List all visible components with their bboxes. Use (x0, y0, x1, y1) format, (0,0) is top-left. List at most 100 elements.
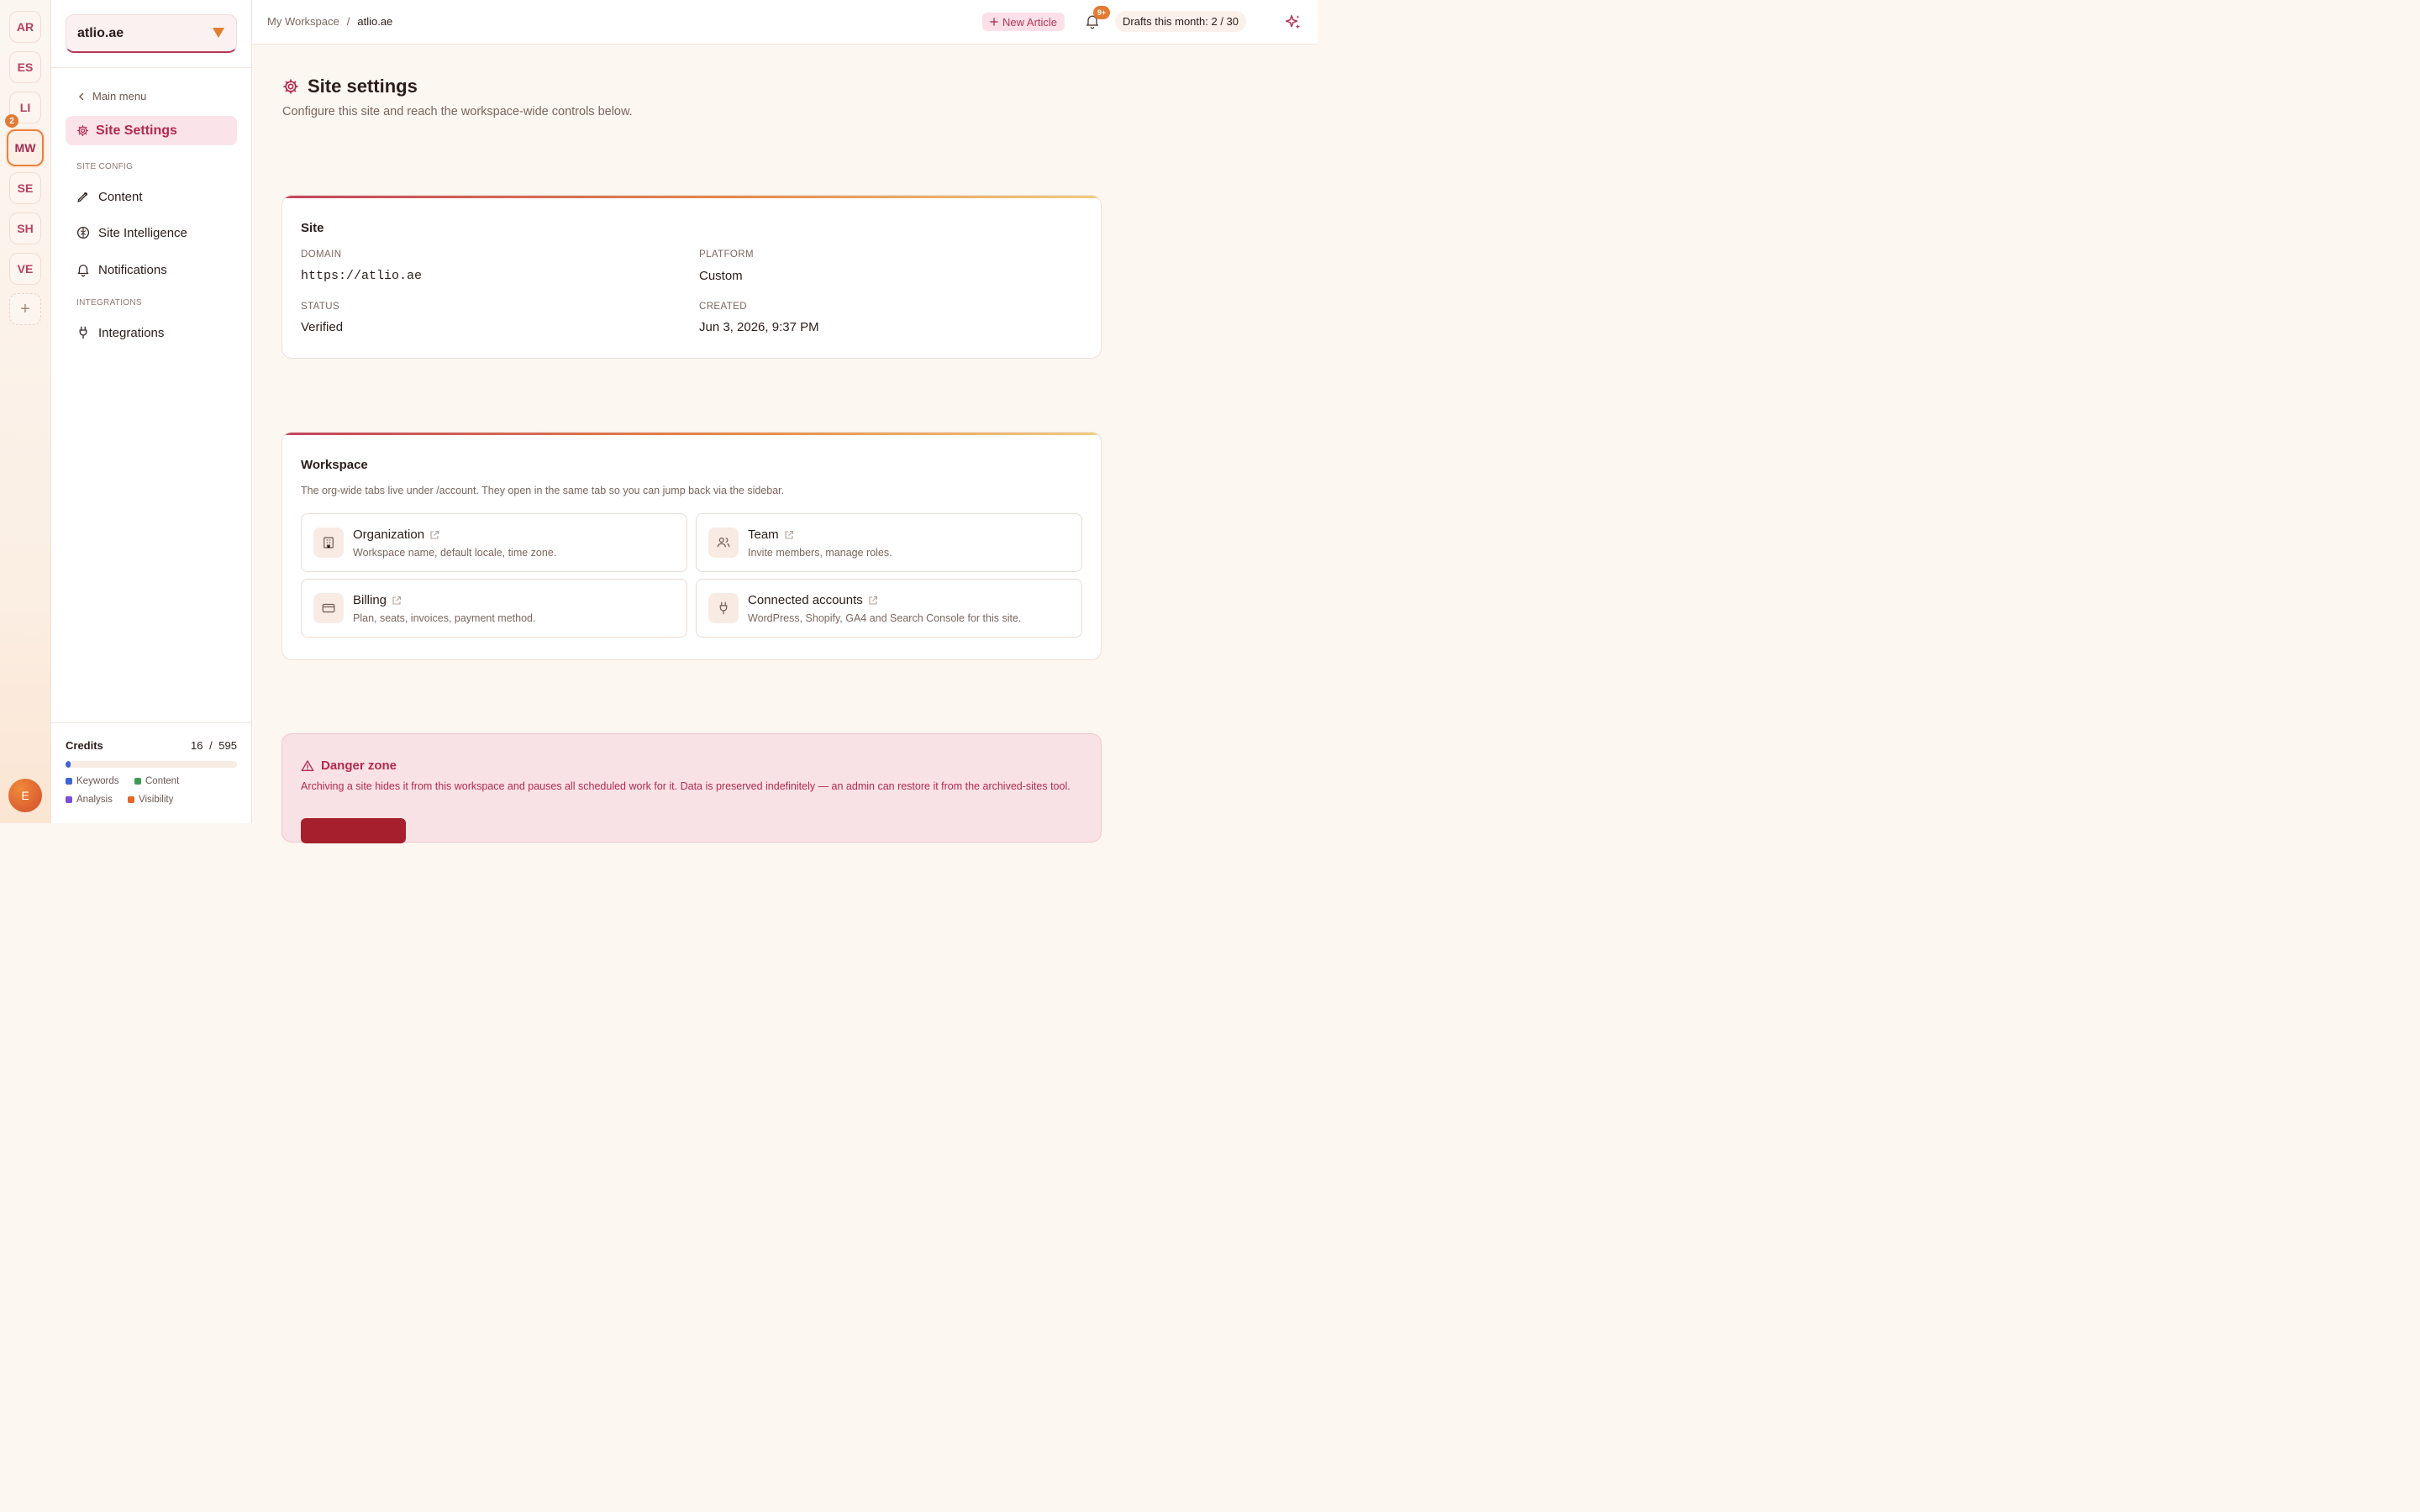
tile-billing-title: Billing (353, 593, 402, 607)
workspace-se[interactable]: SE (9, 172, 41, 204)
tile-team-desc: Invite members, manage roles. (748, 547, 892, 559)
external-link-icon (784, 530, 794, 540)
tile-team-title: Team (748, 528, 794, 542)
created-label: CREATED (699, 302, 747, 312)
top-bar: My Workspace / atlio.ae New Article 9+ D… (252, 0, 1318, 45)
new-article-label: New Article (1002, 15, 1058, 29)
tile-connected-accounts-title: Connected accounts (748, 593, 878, 607)
site-card: Site DOMAIN https://atlio.ae PLATFORM Cu… (281, 195, 1102, 359)
tile-billing-label: Billing (353, 593, 387, 607)
tile-connected-accounts-desc: WordPress, Shopify, GA4 and Search Conso… (748, 612, 1022, 624)
pen-icon (76, 189, 91, 204)
tile-organization-desc: Workspace name, default locale, time zon… (353, 547, 557, 559)
site-selector-label: atlio.ae (77, 25, 124, 40)
legend-content: Content (134, 776, 179, 786)
domain-label: DOMAIN (301, 249, 342, 260)
domain-value: https://atlio.ae (301, 269, 423, 283)
gear-icon (282, 78, 299, 95)
workspace-sh[interactable]: SH (9, 213, 41, 244)
status-value: Verified (301, 320, 344, 334)
section-site-config: SITE CONFIG (76, 162, 134, 171)
tile-team[interactable]: Team Invite members, manage roles. (696, 513, 1082, 572)
breadcrumb-workspace[interactable]: My Workspace (267, 15, 339, 28)
bell-icon (76, 262, 91, 277)
legend-analysis: Analysis (66, 795, 113, 805)
ai-assistant-button[interactable] (1284, 13, 1302, 32)
nav-integrations[interactable]: Integrations (76, 325, 164, 340)
warning-icon (301, 759, 314, 773)
credits-total: 595 (218, 739, 237, 752)
plug-icon (708, 593, 739, 623)
danger-zone: Danger zone Archiving a site hides it fr… (281, 733, 1102, 843)
tile-billing-desc: Plan, seats, invoices, payment method. (353, 612, 536, 624)
main-menu-link[interactable]: Main menu (77, 90, 146, 102)
workspace-rail: AR ES LI 2 MW SE SH VE + E (0, 0, 51, 823)
legend-analysis-label: Analysis (76, 795, 113, 805)
tile-connected-accounts[interactable]: Connected accounts WordPress, Shopify, G… (696, 579, 1082, 638)
users-icon (708, 528, 739, 558)
plug-icon (76, 325, 91, 340)
workspace-es[interactable]: ES (9, 51, 41, 83)
credits-used: 16 (190, 739, 203, 752)
platform-label: PLATFORM (699, 249, 754, 260)
gear-icon (76, 124, 89, 137)
caret-down-icon (213, 28, 224, 38)
credits-title: Credits (66, 739, 103, 752)
sidebar: atlio.ae Main menu Site Settings SITE CO… (51, 0, 252, 823)
breadcrumb-separator: / (346, 15, 350, 28)
legend-keywords-label: Keywords (76, 776, 119, 786)
notifications-badge: 9+ (1093, 6, 1110, 19)
workspace-badge: 2 (5, 114, 18, 128)
workspace-card-title: Workspace (301, 458, 368, 472)
keywords-dot (66, 778, 72, 785)
nav-content[interactable]: Content (76, 189, 143, 204)
danger-zone-title-text: Danger zone (321, 759, 397, 773)
legend-keywords: Keywords (66, 776, 119, 786)
content-dot (134, 778, 141, 785)
page-title-text: Site settings (308, 76, 418, 97)
created-value: Jun 3, 2026, 9:37 PM (699, 320, 819, 334)
nav-notifications-label: Notifications (98, 262, 167, 277)
danger-zone-title: Danger zone (301, 759, 397, 773)
legend-visibility: Visibility (128, 795, 173, 805)
nav-site-intelligence-label: Site Intelligence (98, 225, 187, 240)
nav-site-settings-label: Site Settings (96, 123, 177, 138)
page-subtitle: Configure this site and reach the worksp… (282, 105, 633, 118)
nav-site-intelligence[interactable]: Site Intelligence (76, 225, 187, 240)
divider (51, 67, 252, 68)
nav-notifications[interactable]: Notifications (76, 262, 167, 277)
external-link-icon (392, 596, 402, 606)
platform-value: Custom (699, 269, 743, 283)
legend-visibility-label: Visibility (139, 795, 174, 805)
visibility-dot (128, 796, 134, 803)
nav-site-settings[interactable]: Site Settings (66, 116, 237, 145)
workspace-card-description: The org-wide tabs live under /account. T… (301, 485, 785, 496)
page-title: Site settings (282, 76, 418, 97)
user-avatar[interactable]: E (8, 779, 42, 812)
plus-icon (990, 18, 998, 26)
add-workspace-button[interactable]: + (9, 293, 41, 325)
sparkle-icon (1284, 13, 1302, 32)
legend-content-label: Content (145, 776, 180, 786)
new-article-button[interactable]: New Article (982, 13, 1065, 31)
tile-billing[interactable]: Billing Plan, seats, invoices, payment m… (301, 579, 687, 638)
site-selector[interactable]: atlio.ae (66, 14, 237, 53)
tile-organization-label: Organization (353, 528, 425, 542)
credits-progress-fill (66, 761, 71, 768)
tile-connected-accounts-label: Connected accounts (748, 593, 863, 607)
workspace-ar[interactable]: AR (9, 11, 41, 43)
breadcrumb: My Workspace / atlio.ae (267, 15, 392, 28)
drafts-counter: Drafts this month: 2 / 30 (1115, 11, 1247, 32)
chevron-left-icon (77, 92, 86, 101)
credit-card-icon (313, 593, 344, 623)
workspace-ve[interactable]: VE (9, 253, 41, 285)
external-link-icon (429, 530, 439, 540)
archive-site-button[interactable] (301, 818, 406, 843)
workspace-mw[interactable]: MW (7, 129, 44, 166)
tile-organization-title: Organization (353, 528, 439, 542)
nav-content-label: Content (98, 189, 143, 204)
credits-panel: Credits 16 / 595 Keywords Content Analys… (51, 722, 252, 823)
nav-integrations-label: Integrations (98, 325, 165, 340)
credits-value: 16 / 595 (190, 739, 237, 752)
tile-organization[interactable]: Organization Workspace name, default loc… (301, 513, 687, 572)
